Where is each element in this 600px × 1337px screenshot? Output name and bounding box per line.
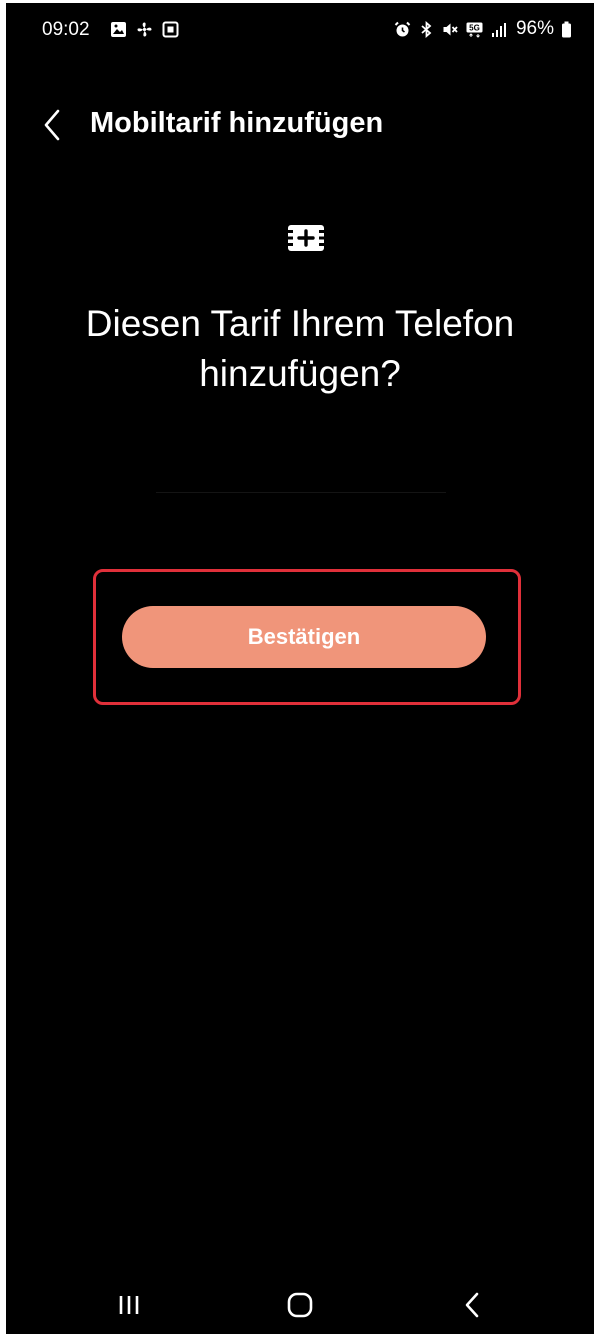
navigation-bar xyxy=(6,1273,594,1334)
status-time: 09:02 xyxy=(42,19,90,40)
status-left-icons xyxy=(110,21,179,38)
system-back-button[interactable] xyxy=(450,1287,494,1323)
home-icon xyxy=(287,1292,313,1318)
headline: Diesen Tarif Ihrem Telefon hinzufügen? xyxy=(85,303,515,394)
page-title: Mobiltarif hinzufügen xyxy=(90,107,384,139)
recents-button[interactable] xyxy=(107,1287,151,1323)
divider xyxy=(156,492,446,493)
chevron-left-icon xyxy=(44,109,60,141)
gallery-icon xyxy=(110,21,127,38)
home-button[interactable] xyxy=(278,1287,322,1323)
alarm-icon xyxy=(394,21,411,38)
confirm-button[interactable]: Bestätigen xyxy=(122,606,486,668)
status-right-icons: 5G 96% xyxy=(394,18,572,40)
back-button[interactable] xyxy=(34,103,74,147)
bluetooth-icon xyxy=(418,20,435,38)
5g-icon: 5G xyxy=(466,21,483,38)
recents-icon xyxy=(119,1296,139,1314)
sim-add-icon xyxy=(286,223,326,253)
back-icon xyxy=(465,1292,479,1318)
phone-screen: 09:02 5G 96% Mobiltarif hinzufügen Diese… xyxy=(6,3,594,1334)
svg-text:5G: 5G xyxy=(469,23,480,32)
screenshot-icon xyxy=(162,21,179,38)
battery-percentage: 96% xyxy=(515,18,554,39)
signal-icon xyxy=(490,21,507,38)
battery-icon xyxy=(561,21,572,38)
status-bar: 09:02 5G 96% xyxy=(6,3,594,59)
fan-icon xyxy=(136,21,153,38)
mute-icon xyxy=(442,21,459,38)
